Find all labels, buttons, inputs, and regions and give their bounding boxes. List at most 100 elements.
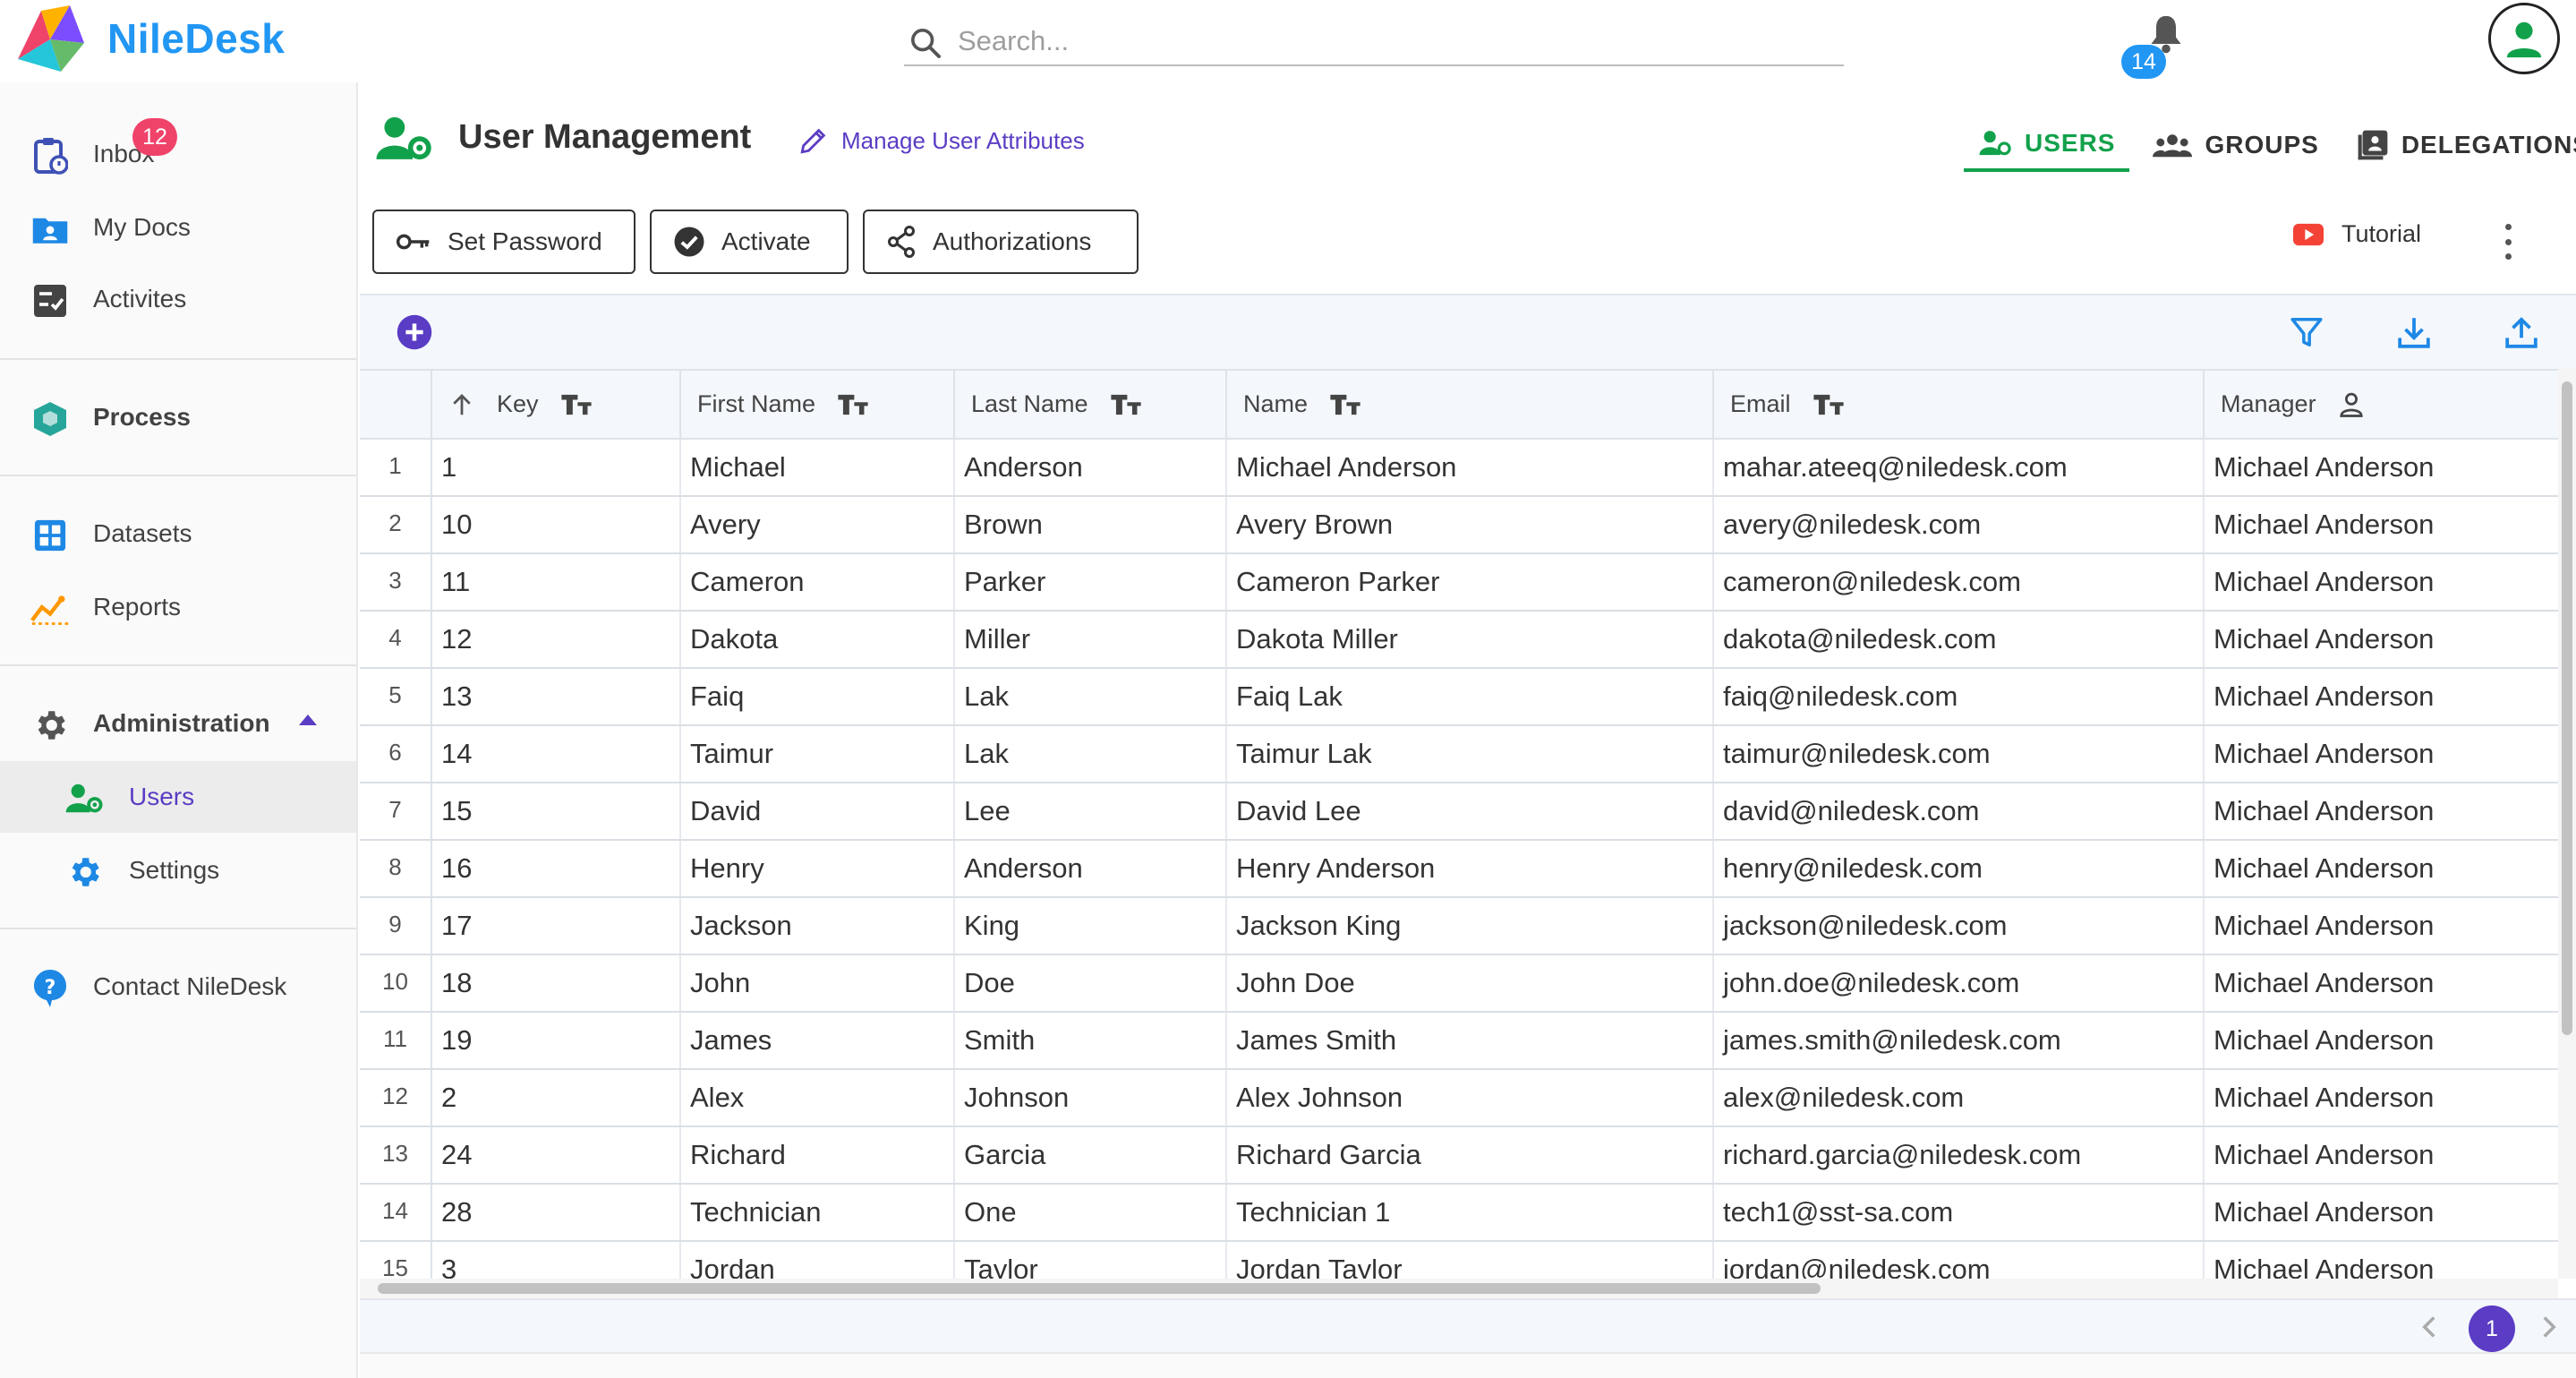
table-cell[interactable]: alex@niledesk.com: [1713, 1069, 2205, 1127]
table-cell[interactable]: Michael Anderson: [2204, 725, 2558, 783]
table-cell[interactable]: Richard: [680, 1126, 955, 1185]
table-cell[interactable]: taimur@niledesk.com: [1713, 725, 2205, 783]
table-cell[interactable]: 24: [431, 1126, 681, 1185]
table-cell[interactable]: Doe: [954, 954, 1227, 1013]
table-cell[interactable]: 28: [431, 1184, 681, 1242]
table-cell[interactable]: Parker: [954, 553, 1227, 612]
table-cell[interactable]: faiq@niledesk.com: [1713, 668, 2205, 726]
table-cell[interactable]: Taylor: [954, 1241, 1227, 1279]
table-cell[interactable]: Lak: [954, 668, 1227, 726]
sidebar-item-contact[interactable]: ? Contact NileDesk: [0, 951, 356, 1023]
collapse-caret-icon[interactable]: [299, 715, 317, 725]
table-cell[interactable]: Anderson: [954, 439, 1227, 497]
chevron-left-icon[interactable]: [2418, 1314, 2440, 1339]
table-cell[interactable]: Michael Anderson: [2204, 840, 2558, 898]
column-header-manager[interactable]: Manager: [2204, 371, 2558, 440]
table-cell[interactable]: Henry: [680, 840, 955, 898]
search-input[interactable]: [958, 21, 1817, 61]
column-header-first-name[interactable]: First Name: [680, 371, 955, 440]
table-cell[interactable]: One: [954, 1184, 1227, 1242]
table-cell[interactable]: Johnson: [954, 1069, 1227, 1127]
table-cell[interactable]: Technician: [680, 1184, 955, 1242]
table-cell[interactable]: Michael Anderson: [2204, 611, 2558, 669]
table-cell[interactable]: richard.garcia@niledesk.com: [1713, 1126, 2205, 1185]
table-row[interactable]: 3 11 Cameron Parker Cameron Parker cameron@ni…: [360, 553, 2558, 612]
table-cell[interactable]: Jackson: [680, 897, 955, 955]
table-cell[interactable]: 1: [431, 439, 681, 497]
table-row[interactable]: 4 12 Dakota Miller Dakota Miller dakota@niled…: [360, 611, 2558, 669]
search-bar[interactable]: [904, 20, 1844, 66]
table-cell[interactable]: Michael Anderson: [2204, 1241, 2558, 1279]
user-avatar[interactable]: [2488, 3, 2560, 74]
table-cell[interactable]: 18: [431, 954, 681, 1013]
sidebar-item-my-docs[interactable]: My Docs: [0, 192, 356, 263]
column-header-last-name[interactable]: Last Name: [954, 371, 1227, 440]
table-row[interactable]: 9 17 Jackson King Jackson King jackson@nilede…: [360, 897, 2558, 955]
sidebar-item-datasets[interactable]: Datasets: [0, 498, 356, 569]
table-cell[interactable]: Alex: [680, 1069, 955, 1127]
table-cell[interactable]: 15: [431, 783, 681, 841]
download-icon[interactable]: [2397, 315, 2431, 349]
table-cell[interactable]: Michael Anderson: [2204, 1126, 2558, 1185]
table-cell[interactable]: Taimur Lak: [1226, 725, 1714, 783]
set-password-button[interactable]: Set Password: [372, 210, 635, 274]
table-cell[interactable]: Jordan: [680, 1241, 955, 1279]
table-cell[interactable]: 12: [431, 611, 681, 669]
table-cell[interactable]: 11: [431, 553, 681, 612]
table-cell[interactable]: Michael Anderson: [2204, 496, 2558, 554]
table-cell[interactable]: Dakota Miller: [1226, 611, 1714, 669]
tab-users[interactable]: USERS: [1964, 118, 2130, 172]
table-cell[interactable]: James: [680, 1012, 955, 1070]
table-cell[interactable]: Michael Anderson: [2204, 783, 2558, 841]
table-cell[interactable]: David: [680, 783, 955, 841]
sidebar-item-settings[interactable]: Settings: [0, 835, 356, 906]
chevron-right-icon[interactable]: [2538, 1314, 2560, 1339]
column-header-email[interactable]: Email: [1713, 371, 2205, 440]
table-cell[interactable]: Faiq: [680, 668, 955, 726]
tutorial-button[interactable]: Tutorial: [2293, 220, 2421, 248]
table-cell[interactable]: Dakota: [680, 611, 955, 669]
sidebar-item-reports[interactable]: Reports: [0, 571, 356, 643]
table-cell[interactable]: Anderson: [954, 840, 1227, 898]
sort-ascending-icon[interactable]: [448, 391, 475, 418]
table-cell[interactable]: Michael Anderson: [2204, 897, 2558, 955]
table-cell[interactable]: Michael Anderson: [2204, 1184, 2558, 1242]
tab-groups[interactable]: GROUPS: [2138, 118, 2333, 172]
table-row[interactable]: 10 18 John Doe John Doe john.doe@niledesk.com…: [360, 954, 2558, 1013]
table-cell[interactable]: David Lee: [1226, 783, 1714, 841]
filter-icon[interactable]: [2290, 315, 2324, 349]
table-cell[interactable]: Garcia: [954, 1126, 1227, 1185]
table-cell[interactable]: Michael Anderson: [2204, 1069, 2558, 1127]
sidebar-item-inbox[interactable]: Inbox: [0, 118, 356, 190]
table-cell[interactable]: Alex Johnson: [1226, 1069, 1714, 1127]
table-row[interactable]: 13 24 Richard Garcia Richard Garcia richard.g…: [360, 1126, 2558, 1185]
table-cell[interactable]: Jordan Taylor: [1226, 1241, 1714, 1279]
table-cell[interactable]: avery@niledesk.com: [1713, 496, 2205, 554]
table-cell[interactable]: Michael Anderson: [2204, 668, 2558, 726]
table-row[interactable]: 1 1 Michael Anderson Michael Anderson mahar.a…: [360, 439, 2558, 497]
table-row[interactable]: 15 3 Jordan Taylor Jordan Taylor jordan@niled…: [360, 1241, 2558, 1279]
scrollbar-thumb[interactable]: [378, 1283, 1821, 1294]
table-cell[interactable]: 10: [431, 496, 681, 554]
table-cell[interactable]: mahar.ateeq@niledesk.com: [1713, 439, 2205, 497]
table-cell[interactable]: 13: [431, 668, 681, 726]
table-row[interactable]: 14 28 Technician One Technician 1 tech1@sst-s…: [360, 1184, 2558, 1242]
table-cell[interactable]: Brown: [954, 496, 1227, 554]
table-cell[interactable]: 16: [431, 840, 681, 898]
table-cell[interactable]: Henry Anderson: [1226, 840, 1714, 898]
tab-delegations[interactable]: DELEGATIONS: [2342, 118, 2576, 172]
column-header-key[interactable]: Key: [431, 371, 681, 440]
activate-button[interactable]: Activate: [650, 210, 849, 274]
vertical-scrollbar[interactable]: [2558, 369, 2576, 1279]
table-cell[interactable]: Miller: [954, 611, 1227, 669]
table-cell[interactable]: Jackson King: [1226, 897, 1714, 955]
column-header-name[interactable]: Name: [1226, 371, 1714, 440]
upload-icon[interactable]: [2504, 315, 2538, 349]
add-row-icon[interactable]: [396, 313, 433, 351]
table-cell[interactable]: Technician 1: [1226, 1184, 1714, 1242]
table-cell[interactable]: Lee: [954, 783, 1227, 841]
table-cell[interactable]: david@niledesk.com: [1713, 783, 2205, 841]
manage-user-attributes-link[interactable]: Manage User Attributes: [798, 125, 1085, 156]
table-row[interactable]: 12 2 Alex Johnson Alex Johnson alex@niledesk.…: [360, 1069, 2558, 1127]
table-row[interactable]: 7 15 David Lee David Lee david@niledesk.com Mi…: [360, 783, 2558, 841]
